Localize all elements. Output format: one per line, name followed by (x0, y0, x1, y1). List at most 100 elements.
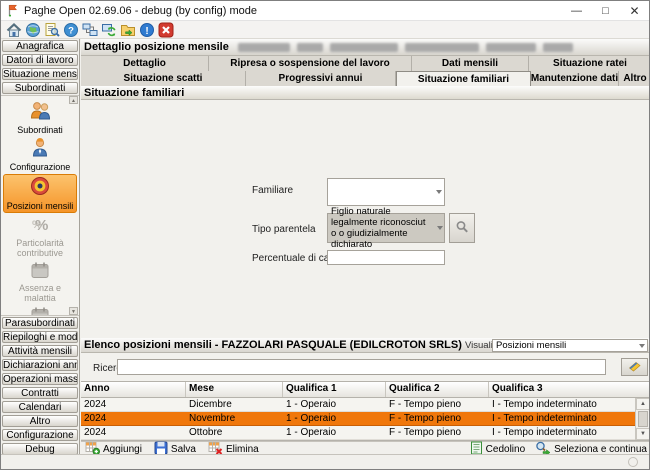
sidebar-item-operazioni-massive[interactable]: Operazioni massive (2, 373, 78, 385)
close-button[interactable]: ✕ (620, 1, 649, 20)
column-header-mese[interactable]: Mese (186, 382, 283, 397)
svg-text:!: ! (145, 26, 148, 37)
nav-item-assenza-e-malattia[interactable]: Assenza e malattia (3, 260, 77, 304)
people-icon (28, 101, 52, 124)
sidebar-item-dichiarazioni-annuali[interactable]: Dichiarazioni annuali (2, 359, 78, 371)
column-header-qualifica-1[interactable]: Qualifica 1 (283, 382, 386, 397)
visualizza-select[interactable]: Posizioni mensili (492, 339, 648, 352)
detail-title: Dettaglio posizione mensile (84, 41, 229, 53)
section-title: Situazione familiari (84, 87, 184, 99)
tipo-parentela-lookup-button[interactable] (449, 213, 475, 243)
sidebar-item-situazione-mensile[interactable]: Situazione mensile (2, 68, 78, 80)
calendar-12-icon: 12 (29, 306, 51, 316)
scrollbar-thumb[interactable] (638, 411, 648, 427)
column-header-anno[interactable]: Anno (81, 382, 186, 397)
world-icon[interactable] (23, 21, 42, 38)
tab-row-1: Dettaglio Ripresa o sospensione del lavo… (81, 56, 650, 71)
column-header-qualifica-2[interactable]: Qualifica 2 (386, 382, 489, 397)
svg-text:?: ? (68, 25, 74, 36)
sidebar-item-contratti[interactable]: Contratti (2, 387, 78, 399)
percentuale-di-carico-input[interactable] (327, 250, 445, 265)
visualizza-value: Posizioni mensili (493, 340, 566, 351)
tipo-parentela-select[interactable]: Figlio naturale legalmente riconosciut o… (327, 213, 445, 243)
nav-item-presenze[interactable]: 12 Presenze (3, 305, 77, 316)
titlebar: Paghe Open 02.69.06 - debug (by config) … (1, 1, 649, 21)
column-header-qualifica-3[interactable]: Qualifica 3 (489, 382, 620, 397)
tab-dati-mensili[interactable]: Dati mensili (412, 56, 529, 71)
exit-icon[interactable] (156, 21, 175, 38)
maximize-button[interactable]: □ (591, 1, 620, 20)
sidebar-item-calendari[interactable]: Calendari (2, 401, 78, 413)
tipo-parentela-value: Figlio naturale legalmente riconosciut o… (328, 206, 437, 250)
list-title: Elenco posizioni mensili - FAZZOLARI PAS… (84, 339, 462, 351)
positions-table: Anno Mese Qualifica 1 Qualifica 2 Qualif… (81, 381, 650, 441)
sidebar-item-riepiloghi-e-modelli[interactable]: Riepiloghi e modelli (2, 331, 78, 343)
table-scrollbar[interactable]: ▲ ▼ (635, 398, 650, 440)
tab-row-2: Situazione scatti Progressivi annui Situ… (81, 71, 650, 86)
sidebar-item-attivita-mensili[interactable]: Attività mensili (2, 345, 78, 357)
minimize-button[interactable]: — (562, 1, 591, 20)
table-row-selected[interactable]: 2024 Novembre 1 - Operaio F - Tempo pien… (81, 412, 650, 426)
sidebar-item-anagrafica[interactable]: Anagrafica (2, 40, 78, 52)
synchronize-icon[interactable] (99, 21, 118, 38)
tab-ripresa-sospensione[interactable]: Ripresa o sospensione del lavoro (209, 56, 412, 71)
section-header: Situazione familiari (81, 86, 650, 100)
status-bar (1, 454, 649, 469)
main-panel: Dettaglio posizione mensile Dettaglio Ri… (81, 39, 650, 456)
svg-text:12: 12 (36, 315, 44, 316)
search-document-icon[interactable] (42, 21, 61, 38)
nav-item-configurazione[interactable]: Configurazione (3, 137, 77, 173)
tab-manutenzione-dati[interactable]: Manutenzione dati (531, 71, 619, 86)
sidebar-item-datori-di-lavoro[interactable]: Datori di lavoro (2, 54, 78, 66)
eraser-icon (627, 359, 642, 375)
sidebar-item-parasubordinati[interactable]: Parasubordinati (2, 317, 78, 329)
scroll-down-arrow[interactable]: ▼ (636, 428, 650, 440)
nav-item-subordinati[interactable]: Subordinati (3, 100, 77, 136)
tab-situazione-ratei[interactable]: Situazione ratei (529, 56, 650, 71)
situazione-familiari-form: Familiare Tipo parentela Figlio naturale… (81, 100, 650, 338)
sidebar-item-altro[interactable]: Altro (2, 415, 78, 427)
panel-scroll-up[interactable]: ▲ (69, 96, 78, 104)
chevron-down-icon (636, 344, 647, 348)
app-window: Paghe Open 02.69.06 - debug (by config) … (0, 0, 650, 470)
network-icon[interactable] (80, 21, 99, 38)
window-title: Paghe Open 02.69.06 - debug (by config) … (24, 5, 257, 17)
redacted-text (238, 43, 573, 52)
target-icon (29, 176, 51, 200)
detail-header: Dettaglio posizione mensile (81, 39, 650, 56)
home-icon[interactable] (4, 21, 23, 38)
main-toolbar: ? ! (1, 21, 649, 39)
help-icon[interactable]: ? (61, 21, 80, 38)
list-header: Elenco posizioni mensili - FAZZOLARI PAS… (81, 338, 650, 353)
person-icon (29, 138, 51, 161)
nav-item-particolarita-contributive[interactable]: %% Particolarità contributive (3, 214, 77, 259)
svg-text:%: % (32, 219, 42, 231)
sidebar-item-configurazione[interactable]: Configurazione (2, 429, 78, 441)
open-folder-icon[interactable] (118, 21, 137, 38)
magnifier-icon (455, 220, 469, 237)
clear-search-button[interactable] (621, 358, 648, 376)
table-row[interactable]: 2024 Dicembre 1 - Operaio F - Tempo pien… (81, 398, 650, 412)
search-row: Ricerca (81, 353, 650, 381)
scroll-up-arrow[interactable]: ▲ (636, 398, 650, 410)
tab-progressivi-annui[interactable]: Progressivi annui (246, 71, 396, 86)
sidebar: Anagrafica Datori di lavoro Situazione m… (1, 39, 80, 456)
tipo-parentela-label: Tipo parentela (252, 224, 316, 235)
tab-dettaglio[interactable]: Dettaglio (81, 56, 209, 71)
ricerca-input[interactable] (117, 359, 606, 375)
status-indicator (628, 457, 638, 467)
chevron-down-icon (437, 226, 444, 230)
familiare-label: Familiare (252, 185, 293, 196)
tab-situazione-familiari[interactable]: Situazione familiari (396, 71, 531, 86)
chevron-down-icon (433, 190, 444, 194)
app-flag-icon (7, 4, 19, 17)
sidebar-item-subordinati[interactable]: Subordinati (2, 82, 78, 94)
panel-scroll-down[interactable]: ▼ (69, 307, 78, 315)
sidebar-icon-panel: ▲ Subordinati Configurazione Posizioni m… (1, 95, 79, 316)
familiare-select[interactable] (327, 178, 445, 206)
tab-situazione-scatti[interactable]: Situazione scatti (81, 71, 246, 86)
tab-altro[interactable]: Altro (619, 71, 650, 86)
information-icon[interactable]: ! (137, 21, 156, 38)
nav-item-posizioni-mensili[interactable]: Posizioni mensili (3, 174, 77, 213)
table-row[interactable]: 2024 Ottobre 1 - Operaio F - Tempo pieno… (81, 426, 650, 440)
